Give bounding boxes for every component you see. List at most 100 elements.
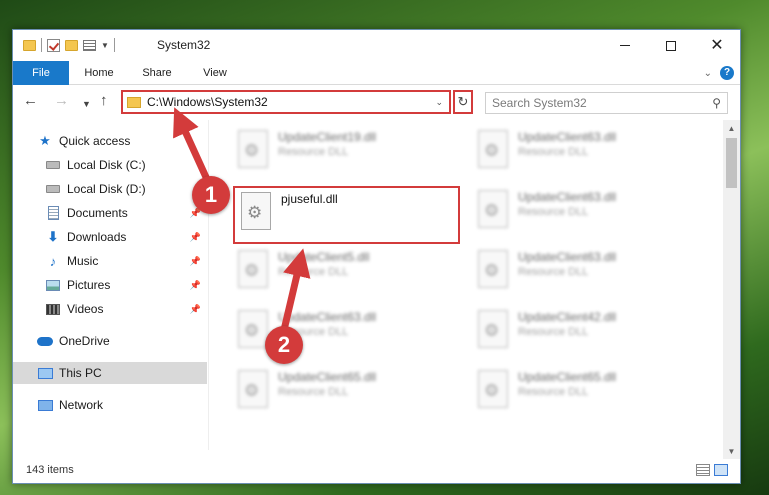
help-icon[interactable]: ? [720, 66, 734, 80]
download-icon: ⬇ [47, 229, 59, 244]
list-item[interactable]: UpdateClient42.dll Resource DLL [478, 310, 698, 354]
tab-home[interactable]: Home [77, 61, 121, 85]
search-icon[interactable]: ⚲ [712, 96, 721, 110]
sidebar-item-videos[interactable]: Videos 📌 [13, 298, 207, 320]
sidebar-item-music[interactable]: ♪ Music 📌 [13, 250, 207, 272]
list-item-pjuseful[interactable]: pjuseful.dll [241, 192, 338, 230]
address-history-chevron-icon[interactable]: ⌄ [435, 97, 443, 108]
list-item[interactable]: UpdateClient63.dll Resource DLL [478, 130, 698, 174]
pin-icon[interactable]: 📌 [190, 304, 201, 315]
maximize-button[interactable] [648, 30, 694, 61]
minimize-icon [620, 45, 630, 46]
file-name: UpdateClient5.dll [278, 250, 370, 264]
recent-locations-chevron-icon[interactable]: ▼ [82, 95, 91, 113]
sidebar-item-documents[interactable]: Documents 📌 [13, 202, 207, 224]
sidebar-item-label: Quick access [59, 134, 131, 148]
sidebar-item-pictures[interactable]: Pictures 📌 [13, 274, 207, 296]
dll-file-icon [478, 370, 508, 408]
properties-icon[interactable] [83, 39, 96, 51]
scroll-down-arrow-icon[interactable]: ▼ [723, 443, 740, 460]
up-arrow-icon[interactable]: ↑ [100, 92, 108, 110]
file-name: UpdateClient65.dll [278, 370, 377, 384]
highlighted-file-box: pjuseful.dll [233, 186, 460, 244]
dll-file-icon [238, 130, 268, 168]
drive-icon [45, 158, 61, 172]
vertical-scrollbar[interactable]: ▲ ▼ [723, 120, 740, 460]
list-item[interactable]: UpdateClient5.dll Resource DLL [238, 250, 458, 294]
navigation-bar: ← → ▼ ↑ C:\Windows\System32 ⌄ ↻ Search S… [13, 86, 740, 118]
dll-file-icon [238, 250, 268, 288]
back-arrow-icon[interactable]: ← [23, 92, 38, 110]
documents-icon [45, 206, 61, 220]
search-box[interactable]: Search System32 ⚲ [485, 92, 728, 114]
separator [41, 38, 42, 52]
properties-check-icon[interactable] [47, 38, 60, 52]
item-count: 143 items [26, 464, 74, 476]
sidebar-item-label: Downloads [67, 230, 127, 244]
list-item[interactable]: UpdateClient65.dll Resource DLL [238, 370, 458, 414]
videos-icon [45, 302, 61, 316]
close-icon: ✕ [710, 36, 724, 54]
search-input[interactable]: Search System32 [492, 96, 712, 110]
forward-arrow-icon[interactable]: → [54, 92, 69, 110]
status-bar: 143 items [13, 459, 740, 483]
dll-file-icon [238, 310, 268, 348]
sidebar-item-label: Pictures [67, 278, 111, 292]
sidebar-item-this-pc[interactable]: This PC [13, 362, 207, 384]
sidebar-item-local-disk-c[interactable]: Local Disk (C:) [13, 154, 207, 176]
dll-file-icon [478, 190, 508, 228]
step-2-callout: 2 [265, 326, 303, 364]
refresh-icon: ↻ [457, 94, 469, 109]
list-item[interactable]: UpdateClient65.dll Resource DLL [478, 370, 698, 414]
sidebar-item-label: Videos [67, 302, 104, 316]
sidebar-item-label: Local Disk (D:) [67, 182, 146, 196]
drive-icon [45, 182, 61, 196]
address-path[interactable]: C:\Windows\System32 [147, 95, 435, 109]
dll-file-icon [241, 192, 271, 230]
file-name: UpdateClient65.dll [518, 370, 617, 384]
file-name: UpdateClient63.dll [518, 190, 617, 204]
list-item[interactable]: UpdateClient19.dll Resource DLL [238, 130, 458, 174]
sidebar-item-local-disk-d[interactable]: Local Disk (D:) [13, 178, 207, 200]
file-name: UpdateClient63.dll [518, 250, 617, 264]
tab-view[interactable]: View [193, 61, 237, 85]
file-type: Resource DLL [518, 326, 589, 338]
list-item[interactable]: UpdateClient63.dll Resource DLL [478, 190, 698, 234]
customize-chevron-down-icon[interactable]: ▼ [101, 41, 109, 50]
title-bar: ▼ System32 ✕ [13, 30, 740, 61]
sidebar-item-downloads[interactable]: ⬇ Downloads 📌 [13, 226, 207, 248]
minimize-button[interactable] [602, 30, 648, 61]
quick-access-toolbar: ▼ [23, 38, 115, 52]
separator [113, 38, 115, 52]
address-bar[interactable]: C:\Windows\System32 ⌄ [121, 90, 451, 114]
sidebar-item-label: Local Disk (C:) [67, 158, 146, 172]
pin-icon[interactable]: 📌 [190, 280, 201, 291]
file-name: UpdateClient63.dll [278, 310, 377, 324]
close-button[interactable]: ✕ [694, 30, 740, 61]
file-list: UpdateClient19.dll Resource DLL UpdateCli… [210, 120, 722, 450]
sidebar-item-onedrive[interactable]: OneDrive [13, 330, 207, 352]
new-folder-icon[interactable] [65, 39, 78, 51]
folder-icon [23, 39, 36, 51]
sidebar-item-network[interactable]: Network [13, 394, 207, 416]
sidebar-item-label: Network [59, 398, 104, 412]
details-view-icon[interactable] [696, 464, 710, 476]
tab-share[interactable]: Share [135, 61, 179, 85]
file-type: Resource DLL [518, 146, 589, 158]
explorer-window: ▼ System32 ✕ File Home Share View ⌄ ? ← … [12, 29, 741, 484]
scroll-up-arrow-icon[interactable]: ▲ [723, 120, 740, 137]
ribbon-controls: ⌄ ? [704, 66, 734, 80]
scrollbar-thumb[interactable] [726, 138, 737, 188]
expand-ribbon-chevron-icon[interactable]: ⌄ [704, 68, 712, 79]
view-switcher [696, 464, 728, 476]
large-icons-view-icon[interactable] [714, 464, 728, 476]
tab-file[interactable]: File [13, 61, 69, 85]
list-item[interactable]: UpdateClient63.dll Resource DLL [478, 250, 698, 294]
file-type: Resource DLL [278, 146, 349, 158]
refresh-button[interactable]: ↻ [453, 90, 473, 114]
dll-file-icon [238, 370, 268, 408]
pin-icon[interactable]: 📌 [190, 256, 201, 267]
network-icon [37, 398, 53, 412]
pin-icon[interactable]: 📌 [190, 232, 201, 243]
sidebar-item-quick-access[interactable]: ★ Quick access [13, 130, 207, 152]
